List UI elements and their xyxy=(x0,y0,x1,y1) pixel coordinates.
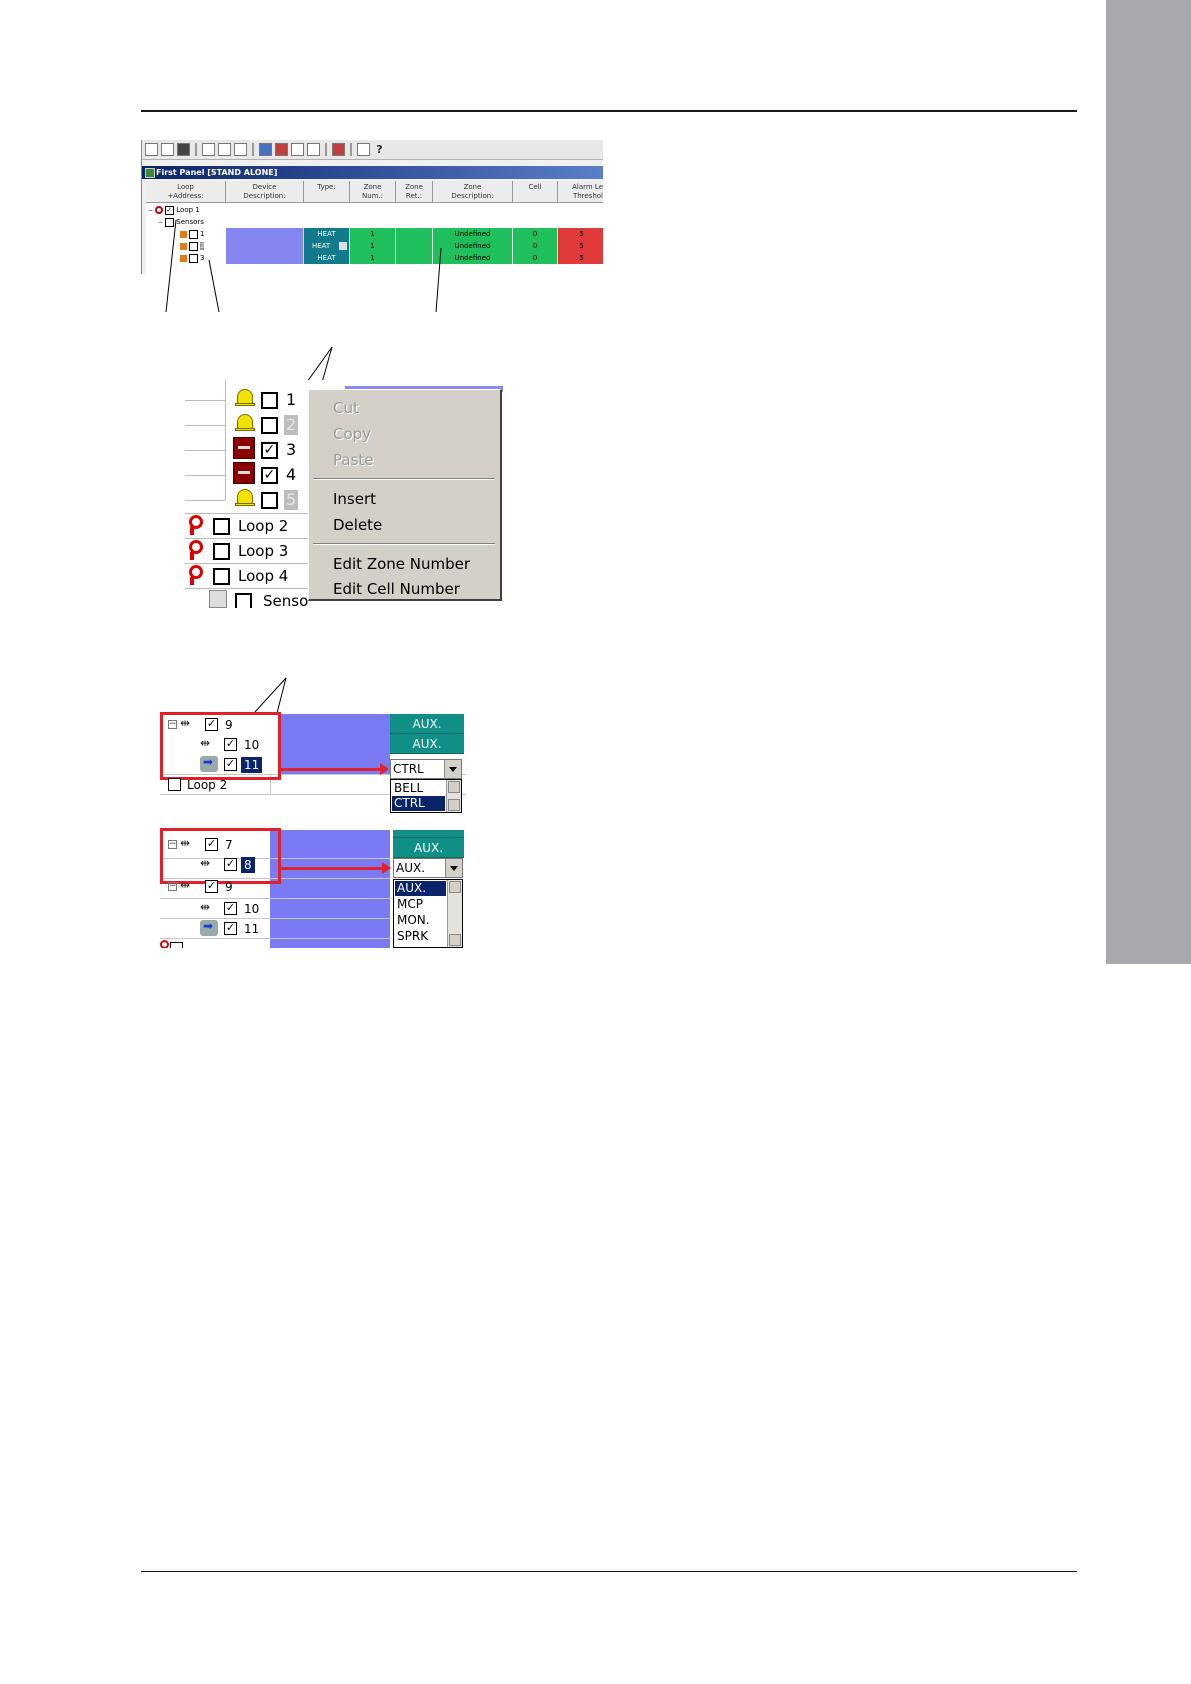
tree-line xyxy=(185,450,225,451)
sensors-label-partial: Senso xyxy=(263,592,309,608)
callout-line xyxy=(208,259,220,313)
tree-line xyxy=(225,380,226,500)
tree-line xyxy=(185,563,308,564)
device-description-column xyxy=(270,830,390,948)
menu-item-delete[interactable]: Delete xyxy=(333,515,382,535)
dropdown-arrow-icon[interactable] xyxy=(445,859,462,877)
device-description-column xyxy=(280,714,390,774)
combo-value: AUX. xyxy=(396,861,426,875)
tree-line xyxy=(185,475,225,476)
type-cell[interactable]: AUX. xyxy=(390,714,464,734)
loop-label[interactable]: Loop 2 xyxy=(187,777,227,793)
dropdown-option[interactable]: MCP xyxy=(395,897,425,912)
loop-icon xyxy=(187,565,205,585)
sensor-checkbox[interactable] xyxy=(235,593,252,608)
tree-line xyxy=(185,513,308,514)
sensor-icon xyxy=(209,590,227,608)
menu-item-copy[interactable]: Copy xyxy=(333,424,371,444)
tree-line xyxy=(185,500,225,501)
device-checkbox[interactable]: ✓ xyxy=(261,442,278,459)
device-number: 2 xyxy=(284,415,299,435)
dropdown-arrow-icon[interactable] xyxy=(444,760,461,778)
device-number: 1 xyxy=(286,390,297,409)
type-cell[interactable]: AUX. xyxy=(393,838,464,858)
menu-item-edit-cell-number[interactable]: Edit Cell Number xyxy=(333,579,460,599)
control-output-icon xyxy=(200,919,218,936)
type-dropdown-list[interactable]: AUX. MCP MON. SPRK xyxy=(393,879,463,948)
highlight-box xyxy=(160,828,281,884)
callout-line xyxy=(435,247,442,313)
menu-item-cut[interactable]: Cut xyxy=(333,398,359,418)
scroll-up-icon[interactable] xyxy=(448,781,460,793)
menu-item-edit-zone-number[interactable]: Edit Zone Number xyxy=(333,554,470,574)
pointer-arrow xyxy=(281,763,389,775)
type-cell-partial xyxy=(393,830,464,838)
device-checkbox[interactable]: ✓ xyxy=(261,467,278,484)
type-dropdown-list[interactable]: BELL CTRL xyxy=(390,779,462,813)
dropdown-option[interactable]: SPRK xyxy=(395,929,430,944)
node-checkbox[interactable]: ✓ xyxy=(205,880,218,893)
scroll-down-icon[interactable] xyxy=(448,799,460,811)
dropdown-option-selected[interactable]: AUX. xyxy=(395,881,446,896)
menu-separator xyxy=(313,478,495,480)
loop-icon xyxy=(187,540,205,560)
dropdown-option[interactable]: BELL xyxy=(392,781,425,796)
pointer-arrow xyxy=(281,862,391,874)
type-cell[interactable]: AUX. xyxy=(390,734,464,754)
bell-icon xyxy=(235,413,255,433)
bell-icon xyxy=(235,388,255,408)
callout-line xyxy=(165,219,177,313)
device-checkbox[interactable] xyxy=(261,492,278,509)
highlight-box xyxy=(160,712,281,780)
module-icon xyxy=(233,462,255,484)
device-checkbox[interactable] xyxy=(261,392,278,409)
node-label: 10 xyxy=(244,902,260,916)
scroll-up-icon[interactable] xyxy=(449,881,461,893)
figure-context-menu: 1 2 ✓ 3 ✓ 4 5 Loop 2 Loop 3 Loop 4 Senso… xyxy=(185,380,503,608)
loop-checkbox[interactable] xyxy=(170,942,183,948)
context-menu: Cut Copy Paste Insert Delete Edit Zone N… xyxy=(308,389,502,601)
dropdown-option-selected[interactable]: CTRL xyxy=(392,796,445,811)
node-label: 11 xyxy=(244,922,260,936)
combo-value: CTRL xyxy=(393,762,424,776)
loop-checkbox[interactable] xyxy=(213,518,230,535)
loop-label[interactable]: Loop 4 xyxy=(238,566,288,586)
collapse-icon[interactable]: − xyxy=(168,882,177,891)
loop-icon xyxy=(160,940,170,948)
device-number: 5 xyxy=(284,490,299,510)
tree-line xyxy=(185,425,225,426)
tree-line xyxy=(185,400,225,401)
scroll-down-icon[interactable] xyxy=(449,934,461,946)
module-icon xyxy=(233,437,255,459)
loop-checkbox[interactable] xyxy=(213,543,230,560)
type-combo[interactable]: AUX. xyxy=(393,858,463,878)
scrollbar[interactable] xyxy=(447,880,462,947)
loop-checkbox[interactable] xyxy=(168,778,181,791)
device-checkbox[interactable] xyxy=(261,417,278,434)
ctrl-module-icon: ⇹ xyxy=(180,878,191,892)
menu-item-paste[interactable]: Paste xyxy=(333,450,374,470)
dropdown-option[interactable]: MON. xyxy=(395,913,432,928)
grid-line xyxy=(160,938,390,939)
node-checkbox[interactable]: ✓ xyxy=(224,902,237,915)
loop-label[interactable]: Loop 2 xyxy=(238,516,288,536)
grid-line xyxy=(160,918,390,919)
grid-line xyxy=(160,898,390,899)
loop-checkbox[interactable] xyxy=(213,568,230,585)
menu-separator xyxy=(313,543,495,545)
node-checkbox[interactable]: ✓ xyxy=(224,922,237,935)
tree-line xyxy=(185,538,308,539)
tree-line xyxy=(185,588,308,589)
menu-item-insert[interactable]: Insert xyxy=(333,489,376,509)
bell-icon xyxy=(235,488,255,508)
node-label: 9 xyxy=(225,880,233,894)
type-combo[interactable]: CTRL xyxy=(390,759,462,779)
device-number: 3 xyxy=(286,440,297,459)
ctrl-module-icon: ⇹ xyxy=(200,900,211,914)
loop-label[interactable]: Loop 3 xyxy=(238,541,288,561)
scrollbar[interactable] xyxy=(446,780,461,812)
figure-type-dropdowns: AUX. AUX. − ⇹ ✓ 9 ⇹ ✓ 10 ✓ 11 CTRL Loop … xyxy=(160,712,466,948)
device-number: 4 xyxy=(286,465,297,484)
loop-icon xyxy=(187,515,205,535)
